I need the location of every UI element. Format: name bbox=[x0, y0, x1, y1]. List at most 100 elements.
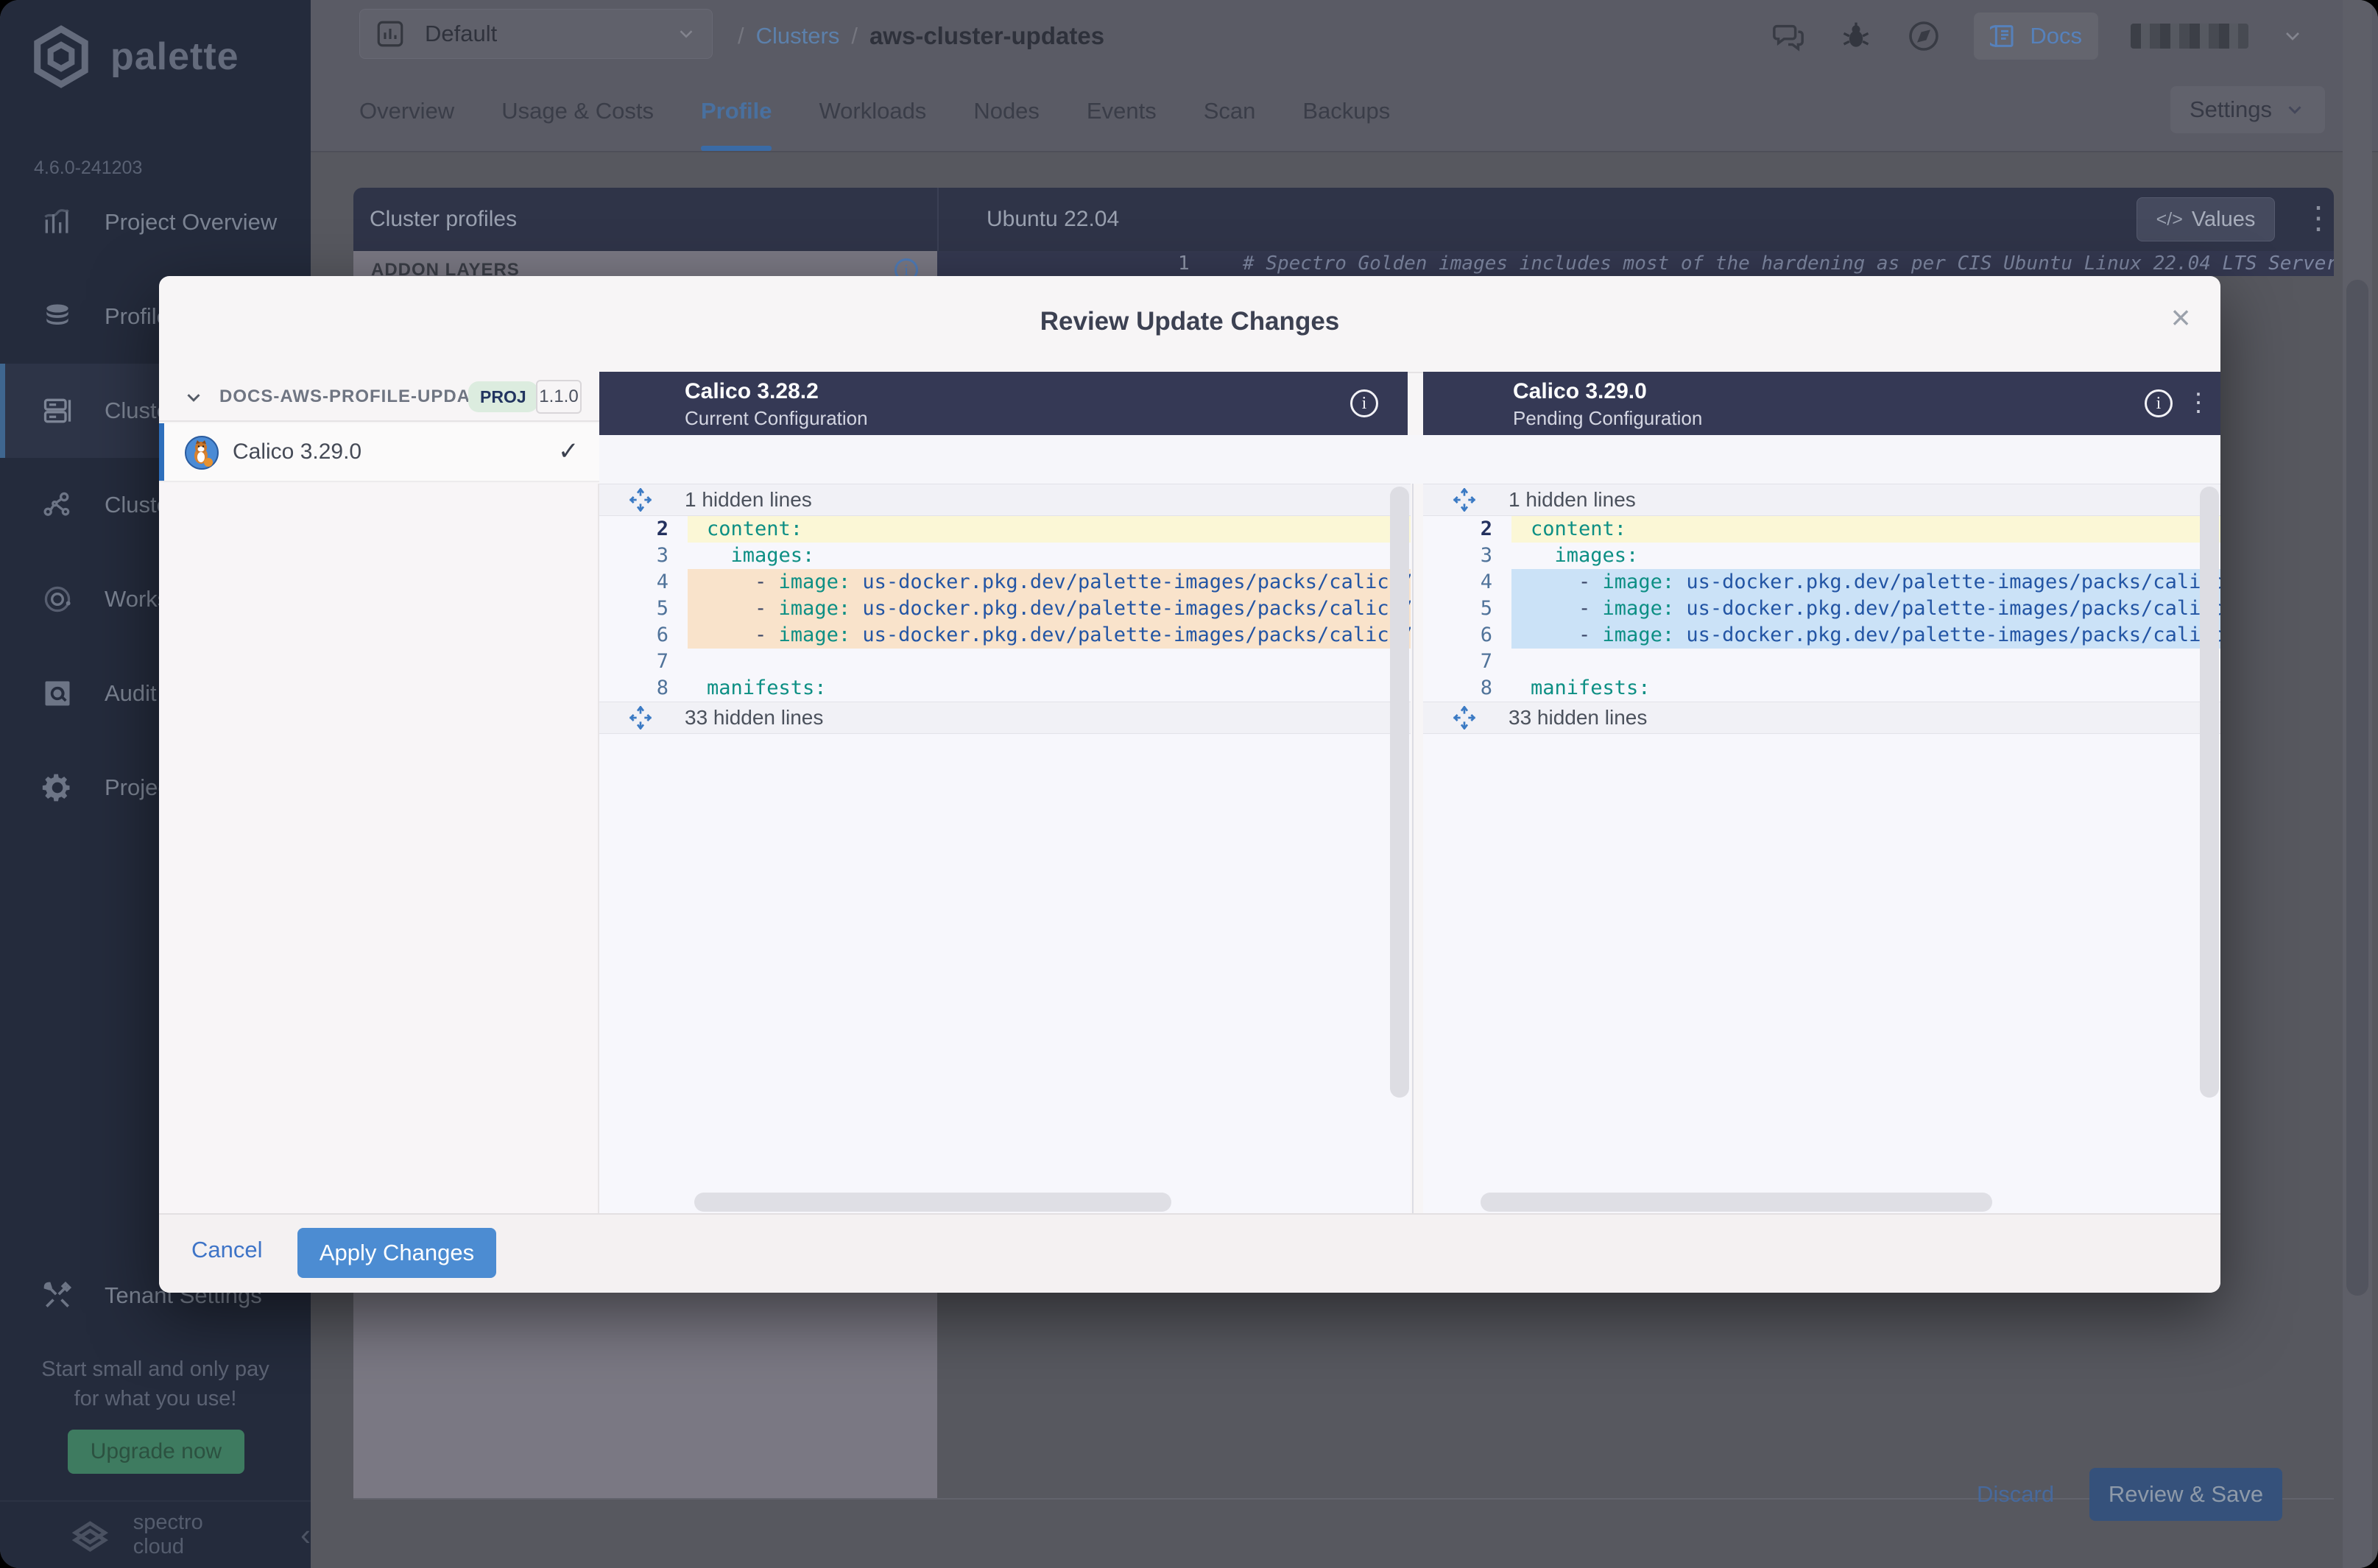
review-save-button[interactable]: Review & Save bbox=[2089, 1468, 2282, 1521]
diff-code-line: 7 bbox=[599, 649, 1411, 675]
feedback-chat-icon[interactable] bbox=[1771, 18, 1806, 54]
chevron-down-icon[interactable] bbox=[183, 386, 205, 409]
line-content: images: bbox=[688, 543, 1411, 569]
diff-code-line: 7 bbox=[1423, 649, 2220, 675]
calico-pack-icon bbox=[184, 435, 219, 470]
discard-button[interactable]: Discard bbox=[1977, 1481, 2054, 1508]
card-kebab-menu-icon[interactable]: ⋮ bbox=[2303, 199, 2334, 236]
tab-scan[interactable]: Scan bbox=[1204, 71, 1256, 151]
line-content: - image: us-docker.pkg.dev/palette-image… bbox=[1511, 596, 2220, 622]
diff-code-line: 3 images: bbox=[1423, 543, 2220, 569]
unfold-lines-icon[interactable] bbox=[629, 706, 652, 730]
current-config-header: Calico 3.28.2 Current Configuration i bbox=[599, 372, 1408, 435]
line-content: manifests: bbox=[688, 675, 1411, 702]
pack-list-item-calico[interactable]: Calico 3.29.0 ✓ bbox=[159, 423, 599, 482]
profile-tree-body bbox=[159, 484, 599, 1213]
tab-backups[interactable]: Backups bbox=[1302, 71, 1390, 151]
diff-code-line: 4 - image: us-docker.pkg.dev/palette-ima… bbox=[599, 569, 1411, 596]
tab-nodes[interactable]: Nodes bbox=[973, 71, 1040, 151]
horizontal-scrollbar-thumb[interactable] bbox=[1481, 1193, 1992, 1212]
info-icon[interactable]: i bbox=[2145, 389, 2173, 417]
breadcrumb-clusters-link[interactable]: Clusters bbox=[756, 23, 840, 49]
help-compass-icon[interactable] bbox=[1906, 18, 1941, 54]
cancel-button[interactable]: Cancel bbox=[191, 1237, 263, 1263]
docs-label: Docs bbox=[2030, 23, 2082, 49]
docs-button[interactable]: Docs bbox=[1974, 13, 2098, 60]
hidden-lines-label: 1 hidden lines bbox=[1509, 488, 1636, 512]
breadcrumb-current: aws-cluster-updates bbox=[869, 22, 1104, 50]
unfold-lines-icon[interactable] bbox=[629, 488, 652, 512]
line-number: 8 bbox=[599, 675, 688, 702]
tab-overview[interactable]: Overview bbox=[359, 71, 454, 151]
upgrade-now-button[interactable]: Upgrade now bbox=[68, 1430, 244, 1474]
line-number: 8 bbox=[1423, 675, 1511, 702]
hidden-lines-label: 33 hidden lines bbox=[685, 706, 823, 730]
topbar: Default / Clusters / aws-cluster-updates bbox=[311, 0, 2378, 71]
tabs: Overview Usage & Costs Profile Workloads Nod… bbox=[359, 71, 1390, 151]
nodes-icon bbox=[41, 489, 74, 521]
pending-config-header: Calico 3.29.0 Pending Configuration i ⋮ bbox=[1423, 372, 2220, 435]
user-menu-chevron-icon[interactable] bbox=[2281, 24, 2304, 48]
upgrade-promo-text: Start small and only pay for what you us… bbox=[0, 1355, 311, 1413]
line-content: images: bbox=[1511, 543, 2220, 569]
values-button[interactable]: </> Values bbox=[2137, 197, 2275, 241]
tab-events[interactable]: Events bbox=[1087, 71, 1157, 151]
project-selector-dropdown[interactable]: Default bbox=[359, 9, 713, 59]
spectro-cloud-logo-icon bbox=[65, 1509, 116, 1561]
book-icon bbox=[1990, 21, 2019, 51]
breadcrumb: / Clusters / aws-cluster-updates bbox=[738, 0, 1104, 71]
diff-code-line: 6 - image: us-docker.pkg.dev/palette-ima… bbox=[599, 622, 1411, 649]
bug-report-icon[interactable] bbox=[1838, 18, 1874, 54]
page-scrollbar-thumb[interactable] bbox=[2346, 280, 2368, 1296]
palette-logo-icon bbox=[29, 25, 93, 88]
close-icon[interactable]: × bbox=[2159, 295, 2203, 339]
sidebar-collapse-button[interactable]: ‹ bbox=[300, 1517, 311, 1553]
line-content: manifests: bbox=[1511, 675, 2220, 702]
line-content: - image: us-docker.pkg.dev/palette-image… bbox=[688, 596, 1411, 622]
orbit-icon bbox=[41, 583, 74, 615]
pack-name: Calico 3.29.0 bbox=[233, 439, 361, 465]
line-number: 7 bbox=[1423, 649, 1511, 675]
line-number: 2 bbox=[1423, 516, 1511, 543]
diff-code-line: 3 images: bbox=[599, 543, 1411, 569]
profile-version: 1.1.0 bbox=[536, 380, 582, 414]
tab-workloads[interactable]: Workloads bbox=[819, 71, 926, 151]
line-content: content: bbox=[688, 516, 1411, 543]
horizontal-scrollbar-thumb[interactable] bbox=[694, 1193, 1171, 1212]
project-selector-value: Default bbox=[425, 21, 675, 47]
hidden-lines-row: 33 hidden lines bbox=[599, 702, 1411, 734]
topbar-actions: Docs bbox=[1771, 0, 2304, 71]
stack-icon bbox=[41, 300, 74, 333]
profile-tree-header[interactable]: DOCS-AWS-PROFILE-UPDATES PROJ 1.1.0 bbox=[159, 372, 599, 422]
line-number: 4 bbox=[599, 569, 688, 596]
apply-changes-button[interactable]: Apply Changes bbox=[297, 1228, 496, 1278]
vertical-scrollbar-thumb[interactable] bbox=[1390, 487, 1409, 1098]
line-number: 6 bbox=[1423, 622, 1511, 649]
pack-title: Ubuntu 22.04 bbox=[987, 188, 1119, 251]
tab-usage-costs[interactable]: Usage & Costs bbox=[501, 71, 654, 151]
page-scrollbar[interactable] bbox=[2343, 0, 2372, 1568]
line-content: - image: us-docker.pkg.dev/palette-image… bbox=[1511, 622, 2220, 649]
breadcrumb-separator: / bbox=[738, 23, 744, 49]
hidden-lines-row: 33 hidden lines bbox=[1423, 702, 2220, 734]
diff-panels-divider bbox=[1412, 484, 1414, 1213]
line-number: 6 bbox=[599, 622, 688, 649]
unfold-lines-icon[interactable] bbox=[1453, 706, 1476, 730]
diff-code-line: 8manifests: bbox=[1423, 675, 2220, 702]
project-chart-icon bbox=[375, 18, 406, 49]
background-editor-line: 1 # Spectro Golden images includes most … bbox=[937, 251, 2334, 276]
unfold-lines-icon[interactable] bbox=[1453, 488, 1476, 512]
servers-icon bbox=[41, 395, 74, 427]
info-icon[interactable]: i bbox=[1350, 389, 1378, 417]
vertical-scrollbar-thumb[interactable] bbox=[2200, 487, 2219, 1098]
line-number: 2 bbox=[599, 516, 688, 543]
hidden-lines-label: 33 hidden lines bbox=[1509, 706, 1647, 730]
tab-profile[interactable]: Profile bbox=[701, 71, 772, 151]
user-name-redacted[interactable] bbox=[2131, 24, 2248, 49]
settings-label: Settings bbox=[2190, 96, 2272, 123]
settings-button[interactable]: Settings bbox=[2170, 86, 2325, 133]
sidebar-item-project-overview[interactable]: Project Overview bbox=[0, 175, 311, 269]
diff-code-line: 2content: bbox=[1423, 516, 2220, 543]
cluster-tabsbar: Overview Usage & Costs Profile Workloads Nod… bbox=[311, 71, 2378, 152]
pane-kebab-menu-icon[interactable]: ⋮ bbox=[2186, 388, 2211, 417]
